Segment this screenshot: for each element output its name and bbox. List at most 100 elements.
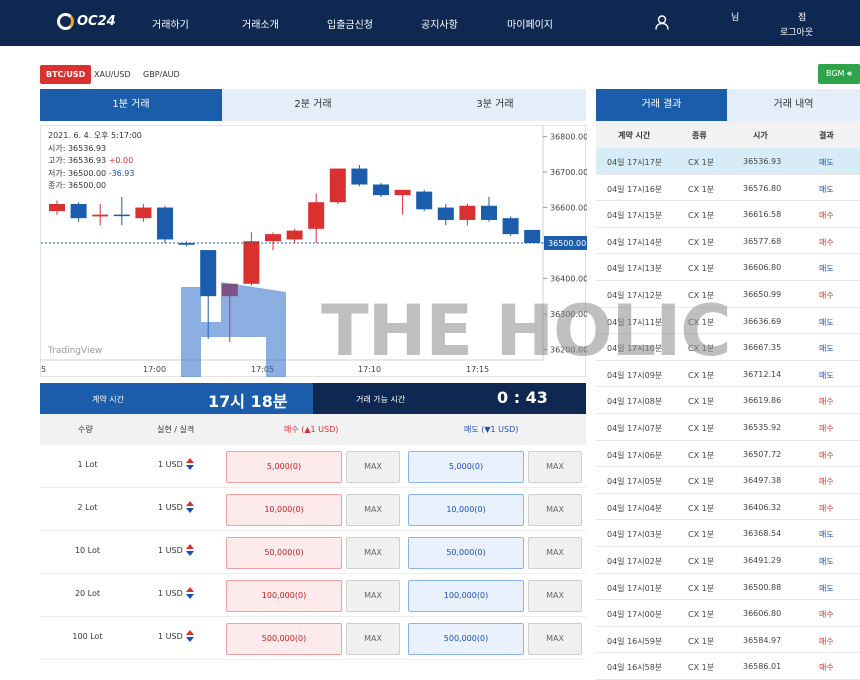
- x-tick-label: 5: [41, 365, 46, 374]
- result-time: 04일 17시01분: [607, 583, 663, 593]
- nav-mypage[interactable]: 마이페이지: [507, 16, 553, 31]
- tab-2min[interactable]: 2분 거래: [222, 89, 404, 121]
- lot-size: 10 Lot: [74, 546, 101, 555]
- stepper-arrows-icon[interactable]: [186, 630, 194, 642]
- sell-button[interactable]: 500,000(0): [408, 623, 524, 655]
- results-header-type: 종류: [692, 131, 707, 140]
- sell-button[interactable]: 100,000(0): [408, 580, 524, 612]
- user-icon[interactable]: [655, 15, 669, 30]
- results-row: 04일 17시06분 CX 1분 36507.72 매수: [596, 441, 860, 468]
- candle-body: [92, 214, 109, 217]
- result-price: 36606.80: [743, 609, 782, 619]
- result-outcome: 매수: [819, 663, 834, 673]
- sell-max-button[interactable]: MAX: [528, 580, 582, 612]
- stepper-arrows-icon[interactable]: [186, 587, 194, 599]
- candle-body: [524, 229, 541, 243]
- result-type: CX 1분: [688, 158, 715, 167]
- results-row: 04일 17시00분 CX 1분 36606.80 매수: [596, 600, 860, 627]
- bgm-toggle-button[interactable]: BGM 🔊︎: [818, 64, 860, 84]
- buy-button[interactable]: 500,000(0): [226, 623, 342, 655]
- y-tick-label: 36600.00: [550, 204, 587, 213]
- candle-body: [481, 205, 497, 220]
- y-tick-label: 36800.00: [550, 133, 587, 142]
- candle-body: [113, 214, 130, 217]
- stepper-arrows-icon[interactable]: [186, 458, 194, 470]
- candle-body: [437, 207, 454, 220]
- buy-max-button[interactable]: MAX: [346, 623, 400, 655]
- x-tick-label: 17:00: [143, 365, 166, 374]
- buy-button[interactable]: 5,000(0): [226, 451, 342, 483]
- buy-max-button[interactable]: MAX: [346, 494, 400, 526]
- result-time: 04일 17시13분: [607, 264, 663, 274]
- buy-button[interactable]: 100,000(0): [226, 580, 342, 612]
- results-row: 04일 16시58분 CX 1분 36586.01 매수: [596, 653, 860, 680]
- nav-trade[interactable]: 거래하기: [152, 16, 189, 31]
- candle-body: [70, 204, 87, 219]
- contract-info-bar: 계약 시간 17시 18분 거래 가능 시간 0 : 43: [40, 383, 586, 414]
- tab-1min[interactable]: 1분 거래: [40, 89, 222, 121]
- result-time: 04일 17시00분: [607, 610, 663, 620]
- buy-max-button[interactable]: MAX: [346, 580, 400, 612]
- high-label: 고가:: [48, 156, 66, 165]
- contract-time-value: 17시 18분: [208, 392, 288, 411]
- result-price: 36497.38: [743, 476, 782, 486]
- result-type: CX 1분: [688, 663, 715, 673]
- stepper-arrows-icon[interactable]: [186, 544, 194, 556]
- close-label: 종가:: [48, 181, 66, 190]
- sell-button[interactable]: 10,000(0): [408, 494, 524, 526]
- sell-button[interactable]: 5,000(0): [408, 451, 524, 483]
- sell-button[interactable]: 50,000(0): [408, 537, 524, 569]
- sell-max-button[interactable]: MAX: [528, 494, 582, 526]
- candle-body: [502, 218, 519, 235]
- result-outcome: 매도: [819, 583, 834, 593]
- buy-button[interactable]: 10,000(0): [226, 494, 342, 526]
- buy-max-button[interactable]: MAX: [346, 537, 400, 569]
- candle-body: [49, 204, 65, 212]
- usd-amount: 1 USD: [158, 546, 183, 555]
- results-row: 04일 17시11분 CX 1분 36636.69 매도: [596, 308, 860, 335]
- order-row: 20 Lot 1 USD 100,000(0) MAX 100,000(0) MAX: [40, 574, 586, 617]
- price-chart[interactable]: 36800.00 36700.00 36600.00 36500.00 36400.00…: [40, 125, 587, 377]
- open-label: 시가:: [48, 143, 66, 153]
- result-outcome: 매수: [819, 477, 834, 487]
- symbol-gbp-aud[interactable]: GBP/AUD: [137, 65, 186, 84]
- results-row: 04일 17시09분 CX 1분 36712.14 매도: [596, 361, 860, 388]
- buy-max-button[interactable]: MAX: [346, 451, 400, 483]
- sell-max-button[interactable]: MAX: [528, 537, 582, 569]
- tab-trade-results[interactable]: 거래 결과: [596, 89, 727, 121]
- result-price: 36507.72: [743, 449, 782, 459]
- bgm-label: BGM: [825, 69, 845, 78]
- symbol-xau-usd[interactable]: XAU/USD: [88, 65, 137, 84]
- result-type: CX 1분: [688, 370, 715, 380]
- result-price: 36536.93: [743, 157, 782, 166]
- stepper-arrows-icon[interactable]: [186, 501, 194, 513]
- result-price: 36406.32: [743, 502, 782, 512]
- result-type: CX 1분: [688, 397, 715, 407]
- result-outcome: 매도: [819, 370, 834, 380]
- result-type: CX 1분: [688, 237, 715, 247]
- logo-text: OC24: [77, 14, 116, 29]
- results-row: 04일 17시01분 CX 1분 36500.88 매도: [596, 574, 860, 601]
- result-outcome: 매수: [819, 610, 834, 620]
- tab-trade-history[interactable]: 거래 내역: [727, 89, 860, 121]
- logout-link[interactable]: 로그아웃: [780, 25, 813, 38]
- candle-body: [286, 230, 303, 240]
- nav-trade-intro[interactable]: 거래소개: [242, 16, 279, 31]
- nav-notice[interactable]: 공지사항: [421, 16, 458, 31]
- result-type: CX 1분: [688, 636, 715, 646]
- tab-3min[interactable]: 3분 거래: [404, 89, 586, 121]
- sell-max-button[interactable]: MAX: [528, 451, 582, 483]
- ohlc-info-panel: 2021. 6. 4. 오후 5:17:00 시가: 36536.93 고가: …: [48, 130, 142, 193]
- result-time: 04일 17시17분: [607, 158, 663, 167]
- symbol-btc-usd[interactable]: BTC/USD: [40, 65, 92, 84]
- result-time: 04일 17시02분: [607, 557, 663, 566]
- result-type: CX 1분: [688, 424, 715, 433]
- buy-button[interactable]: 50,000(0): [226, 537, 342, 569]
- result-outcome: 매수: [819, 291, 834, 300]
- order-row: 10 Lot 1 USD 50,000(0) MAX 50,000(0) MAX: [40, 531, 586, 574]
- sell-max-button[interactable]: MAX: [528, 623, 582, 655]
- nav-deposit-withdraw[interactable]: 입출금신청: [327, 16, 373, 31]
- order-table-header: 수량 실현 / 실격 매수 (▲1 USD) 매도 (▼1 USD): [40, 414, 586, 445]
- result-outcome: 매도: [819, 158, 834, 167]
- logo[interactable]: OC24: [57, 13, 116, 30]
